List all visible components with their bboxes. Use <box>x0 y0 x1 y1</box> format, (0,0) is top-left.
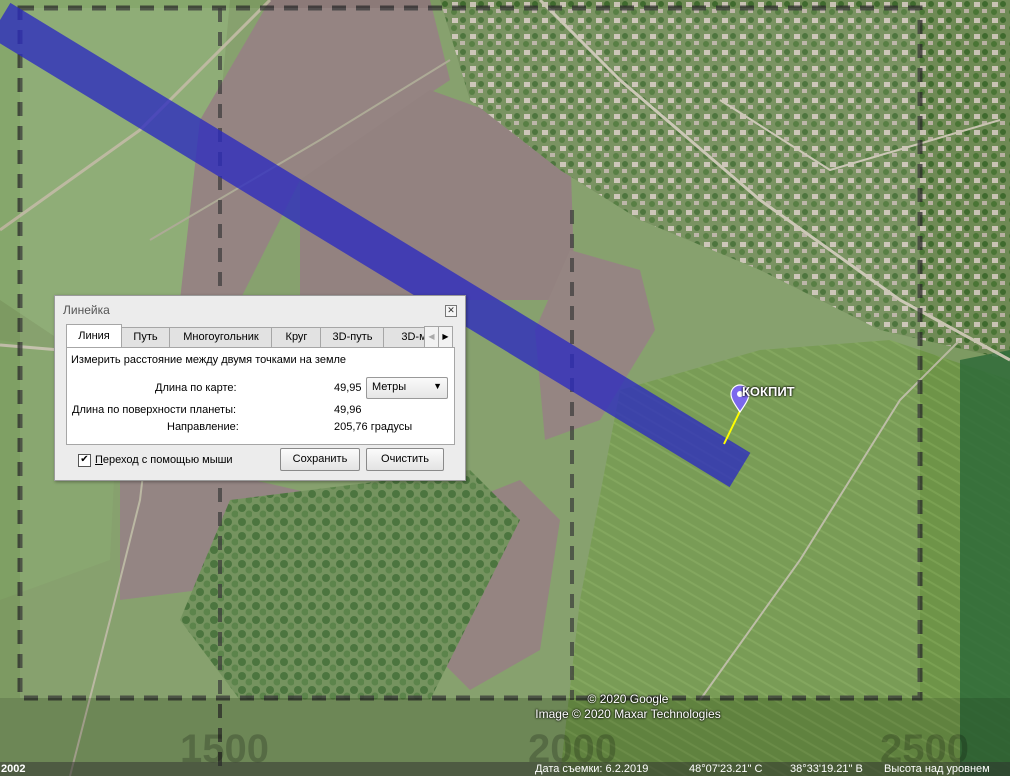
map-copyright: © 2020 Google Image © 2020 Maxar Technol… <box>0 692 1010 722</box>
units-select-value: Метры <box>372 381 407 393</box>
heading-value: 205,76 градусы <box>334 421 413 433</box>
ruler-tabs: Линия Путь Многоугольник Круг 3D-путь 3D… <box>66 324 442 347</box>
clear-button[interactable]: Очистить <box>366 448 444 471</box>
ruler-dialog[interactable]: Линейка ✕ Линия Путь Многоугольник Круг … <box>54 295 466 481</box>
close-icon[interactable]: ✕ <box>445 305 457 317</box>
tab-line[interactable]: Линия <box>66 324 122 347</box>
copyright-google: © 2020 Google <box>587 692 669 706</box>
mouse-nav-label: Переход с помощью мыши <box>95 454 233 466</box>
tab-scroll-right-icon[interactable]: ▶ <box>438 326 453 348</box>
tab-3d-path[interactable]: 3D-путь <box>320 327 385 347</box>
surface-length-label: Длина по поверхности планеты: <box>72 404 237 416</box>
clear-button-label: Очистить <box>381 453 429 465</box>
mouse-nav-checkbox[interactable]: ✔ <box>78 454 91 467</box>
tab-circle[interactable]: Круг <box>271 327 322 347</box>
map-length-value: 49,95 <box>334 382 362 394</box>
ruler-title: Линейка <box>63 303 110 317</box>
mouse-nav-label-text: ереход с помощью мыши <box>102 454 233 466</box>
ruler-description: Измерить расстояние между двумя точками … <box>71 354 347 366</box>
status-latitude: 48°07'23.21" С <box>689 763 763 775</box>
save-button[interactable]: Сохранить <box>280 448 360 471</box>
copyright-imagery: Image © 2020 Maxar Technologies <box>535 707 721 721</box>
save-button-label: Сохранить <box>292 453 348 465</box>
status-bar: 2002 Дата съемки: 6.2.2019 48°07'23.21" … <box>0 762 1010 776</box>
map-length-label: Длина по карте: <box>155 382 237 394</box>
placemark-label[interactable]: КОКПИТ <box>742 384 795 399</box>
units-select[interactable]: Метры ▼ <box>366 377 448 399</box>
status-longitude: 38°33'19.21" В <box>790 763 863 775</box>
status-capture-date: Дата съемки: 6.2.2019 <box>535 763 649 775</box>
heading-label: Направление: <box>167 421 239 433</box>
status-elevation: Высота над уровнем <box>884 763 990 775</box>
status-left-number: 2002 <box>1 763 26 775</box>
tab-scroll-left-icon[interactable]: ◀ <box>424 326 439 348</box>
tab-path[interactable]: Путь <box>120 327 171 347</box>
chevron-down-icon: ▼ <box>433 381 442 391</box>
ruler-panel: Измерить расстояние между двумя точками … <box>66 347 455 445</box>
tab-scroll: ◀ ▶ <box>424 326 453 348</box>
tab-polygon[interactable]: Многоугольник <box>169 327 273 347</box>
surface-length-value: 49,96 <box>334 404 362 416</box>
